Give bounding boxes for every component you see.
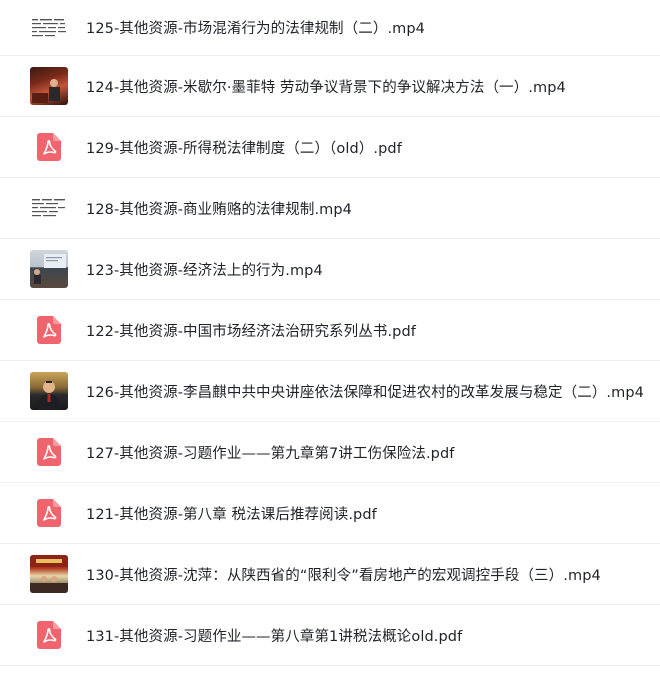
file-row[interactable]: 126-其他资源-李昌麒中共中央讲座依法保障和促进农村的改革发展与稳定（二）.m… — [0, 361, 660, 422]
file-row[interactable]: 124-其他资源-米歇尔·墨菲特 劳动争议背景下的争议解决方法（一）.mp4 — [0, 56, 660, 117]
file-name: 122-其他资源-中国市场经济法治研究系列丛书.pdf — [86, 323, 416, 340]
file-row[interactable]: 125-其他资源-市场混淆行为的法律规制（二）.mp4 — [0, 0, 660, 56]
pdf-icon — [30, 128, 68, 166]
file-row[interactable]: 122-其他资源-中国市场经济法治研究系列丛书.pdf — [0, 300, 660, 361]
video-thumbnail — [30, 250, 68, 288]
file-name: 123-其他资源-经济法上的行为.mp4 — [86, 262, 323, 279]
pdf-icon — [30, 616, 68, 654]
file-name: 125-其他资源-市场混淆行为的法律规制（二）.mp4 — [86, 21, 426, 37]
file-row[interactable]: 130-其他资源-沈萍：从陕西省的“限利令”看房地产的宏观调控手段（三）.mp4 — [0, 544, 660, 605]
video-thumbnail — [30, 555, 68, 593]
file-row[interactable]: 121-其他资源-第八章 税法课后推荐阅读.pdf — [0, 483, 660, 544]
file-name: 131-其他资源-习题作业——第八章第1讲税法概论old.pdf — [86, 628, 463, 645]
video-thumbnail — [30, 372, 68, 410]
file-row[interactable]: 128-其他资源-商业贿赂的法律规制.mp4 — [0, 178, 660, 239]
file-row[interactable]: 129-其他资源-所得税法律制度（二）（old）.pdf — [0, 117, 660, 178]
file-name: 121-其他资源-第八章 税法课后推荐阅读.pdf — [86, 506, 377, 523]
file-name: 127-其他资源-习题作业——第九章第7讲工伤保险法.pdf — [86, 445, 455, 462]
pdf-icon — [30, 311, 68, 349]
file-name: 129-其他资源-所得税法律制度（二）（old）.pdf — [86, 140, 402, 157]
file-name: 128-其他资源-商业贿赂的法律规制.mp4 — [86, 201, 353, 218]
file-row[interactable]: 127-其他资源-习题作业——第九章第7讲工伤保险法.pdf — [0, 422, 660, 483]
file-row[interactable]: 131-其他资源-习题作业——第八章第1讲税法概论old.pdf — [0, 605, 660, 666]
file-name: 130-其他资源-沈萍：从陕西省的“限利令”看房地产的宏观调控手段（三）.mp4 — [86, 567, 601, 584]
pdf-icon — [30, 433, 68, 471]
video-thumbnail — [30, 67, 68, 105]
file-list: 125-其他资源-市场混淆行为的法律规制（二）.mp4 124-其他资源-米歇尔… — [0, 0, 660, 666]
video-thumbnail — [30, 189, 68, 227]
video-thumbnail — [30, 8, 68, 47]
file-name: 126-其他资源-李昌麒中共中央讲座依法保障和促进农村的改革发展与稳定（二）.m… — [86, 384, 645, 401]
file-name: 124-其他资源-米歇尔·墨菲特 劳动争议背景下的争议解决方法（一）.mp4 — [86, 79, 566, 96]
file-row[interactable]: 123-其他资源-经济法上的行为.mp4 — [0, 239, 660, 300]
pdf-icon — [30, 494, 68, 532]
